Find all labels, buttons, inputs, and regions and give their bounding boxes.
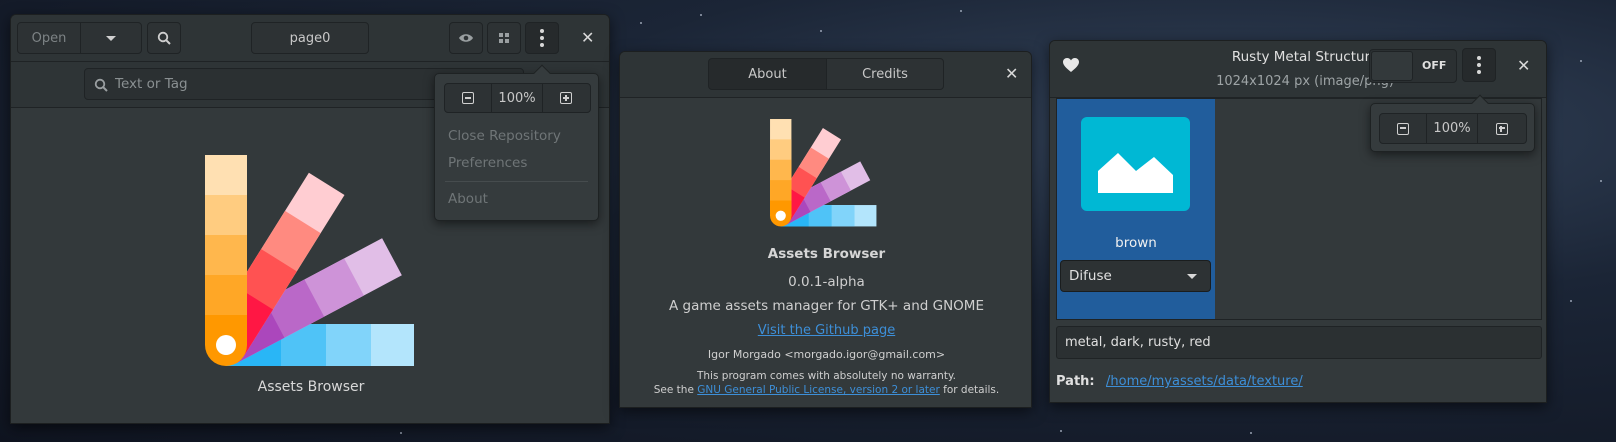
license-post: for details. <box>943 384 1000 396</box>
about-version: 0.0.1-alpha <box>788 274 865 290</box>
license-link[interactable]: GNU General Public License, version 2 or… <box>697 384 940 396</box>
about-dialog: About Credits ✕ Assets Browser 0.0.1-alp… <box>619 51 1032 408</box>
preview-toggle-button[interactable] <box>449 22 483 54</box>
tab-about-label: About <box>748 66 787 82</box>
grid-icon <box>499 33 509 43</box>
about-description: A game assets manager for GTK+ and GNOME <box>669 298 984 314</box>
main-menu-popover: 100% Close Repository Preferences About <box>434 64 599 221</box>
main-menu-button[interactable] <box>525 22 559 54</box>
grid-view-button[interactable] <box>487 22 521 54</box>
heart-icon <box>1063 58 1079 72</box>
asset-window: Rusty Metal Structure 1024x1024 px (imag… <box>1049 40 1547 403</box>
zoom-out-button[interactable] <box>1380 114 1428 143</box>
about-app-name: Assets Browser <box>767 246 886 262</box>
open-button-label: Open <box>31 30 67 46</box>
app-logo <box>205 155 414 366</box>
chevron-down-icon <box>1187 274 1197 279</box>
page-switcher-button[interactable]: page0 <box>251 22 369 54</box>
tags-entry[interactable]: metal, dark, rusty, red <box>1056 326 1542 359</box>
zoom-out-button[interactable] <box>445 84 493 112</box>
asset-zoom-popover: 100% <box>1370 94 1535 152</box>
kebab-menu-icon <box>540 29 544 47</box>
main-close-button[interactable]: ✕ <box>576 27 600 51</box>
texture-item[interactable]: brown Difuse <box>1057 99 1215 319</box>
eye-icon <box>459 34 473 42</box>
website-link-text: Visit the Github page <box>757 323 896 338</box>
about-author: Igor Morgado <morgado.igor@gmail.com> <box>707 348 946 361</box>
search-icon <box>94 78 108 92</box>
switch-slider <box>1371 51 1413 81</box>
license-pre: See the <box>653 384 694 396</box>
zoom-in-button[interactable] <box>541 84 590 112</box>
website-link[interactable]: Visit the Github page <box>620 323 1031 338</box>
zoom-out-icon <box>1397 122 1410 135</box>
image-placeholder-icon <box>1098 153 1173 193</box>
close-repository-item[interactable]: Close Repository <box>448 128 561 144</box>
zoom-in-button[interactable] <box>1476 114 1526 143</box>
about-license-line2: See the GNU General Public License, vers… <box>620 384 1031 396</box>
asset-zoom-controls: 100% <box>1379 113 1527 144</box>
texture-type-value: Difuse <box>1069 268 1112 284</box>
zoom-out-icon <box>462 92 475 104</box>
search-toggle-button[interactable] <box>147 22 181 54</box>
tags-value: metal, dark, rusty, red <box>1065 335 1211 350</box>
zoom-controls: 100% <box>444 83 591 113</box>
path-link[interactable]: /home/myassets/data/texture/ <box>1106 374 1303 389</box>
search-icon <box>157 31 171 45</box>
search-placeholder: Text or Tag <box>115 76 188 92</box>
page-label: page0 <box>289 30 331 46</box>
preview-switch[interactable]: OFF <box>1369 49 1457 83</box>
path-label: Path: <box>1056 374 1095 389</box>
zoom-level: 100% <box>1433 121 1471 136</box>
close-icon: ✕ <box>581 28 595 47</box>
about-close-button[interactable]: ✕ <box>1000 63 1024 87</box>
path-link-text: /home/myassets/data/texture/ <box>1106 374 1303 389</box>
open-button[interactable]: Open <box>17 22 81 54</box>
asset-close-button[interactable]: ✕ <box>1512 55 1536 79</box>
main-window: Open page0 ✕ Text or Tag Assets Browser … <box>10 14 610 424</box>
chevron-down-icon <box>106 35 116 41</box>
close-icon: ✕ <box>1005 64 1019 83</box>
favorite-button[interactable] <box>1062 57 1084 79</box>
app-caption: Assets Browser <box>257 379 365 395</box>
texture-thumbnail <box>1081 117 1190 211</box>
tab-credits-label: Credits <box>862 66 908 82</box>
zoom-in-icon <box>560 92 573 104</box>
tab-credits[interactable]: Credits <box>826 58 944 90</box>
zoom-level: 100% <box>498 90 536 106</box>
menu-separator <box>445 181 588 182</box>
kebab-menu-icon <box>1477 56 1481 74</box>
switch-state-label: OFF <box>1422 59 1447 72</box>
zoom-in-icon <box>1495 122 1508 135</box>
texture-name: brown <box>1115 235 1157 251</box>
preferences-item[interactable]: Preferences <box>448 155 527 171</box>
close-icon: ✕ <box>1517 56 1531 75</box>
asset-menu-button[interactable] <box>1462 48 1496 82</box>
texture-type-dropdown[interactable]: Difuse <box>1060 260 1211 292</box>
about-license-line1: This program comes with absolutely no wa… <box>696 370 957 382</box>
open-dropdown-button[interactable] <box>80 22 142 54</box>
tab-about[interactable]: About <box>708 58 827 90</box>
about-item[interactable]: About <box>448 191 488 207</box>
about-app-logo <box>770 119 877 227</box>
